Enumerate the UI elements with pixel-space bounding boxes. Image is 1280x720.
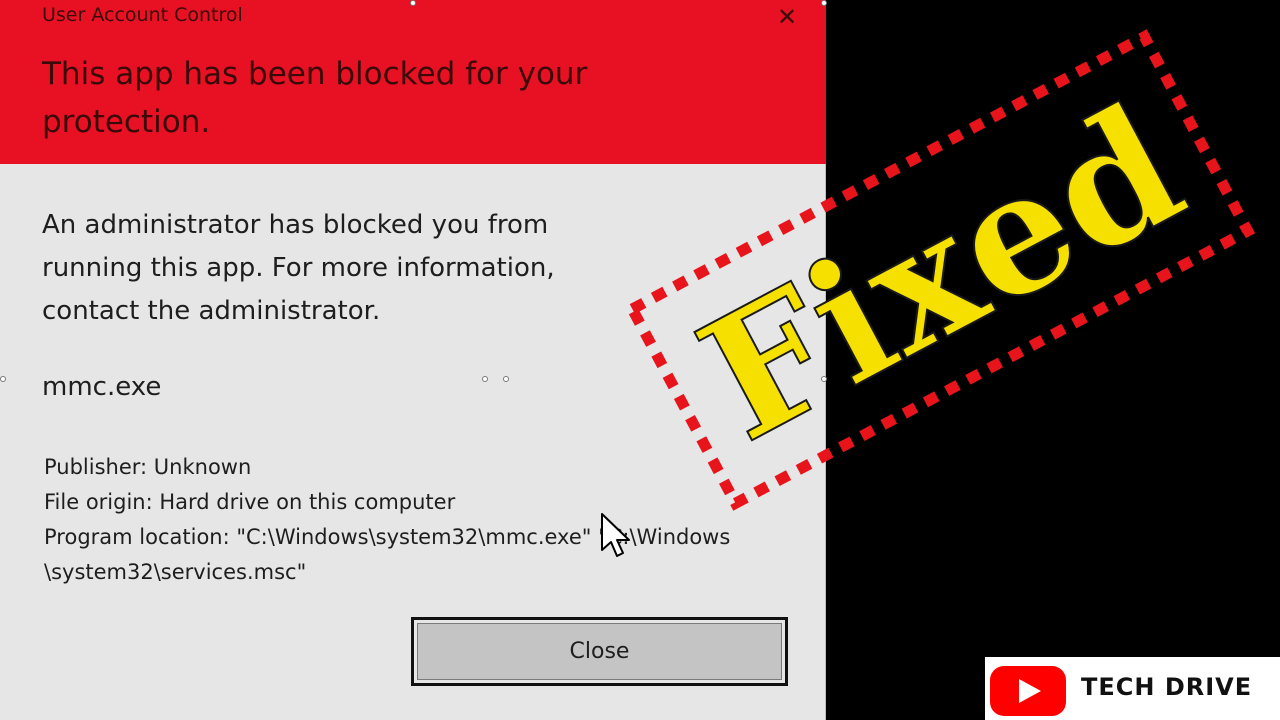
stamp-text: Fixed — [671, 66, 1212, 479]
fixed-stamp: Fixed — [624, 29, 1256, 511]
youtube-play-icon — [990, 666, 1066, 716]
channel-branding: TECH DRIVE — [985, 657, 1280, 720]
channel-name: TECH DRIVE — [1081, 673, 1253, 701]
